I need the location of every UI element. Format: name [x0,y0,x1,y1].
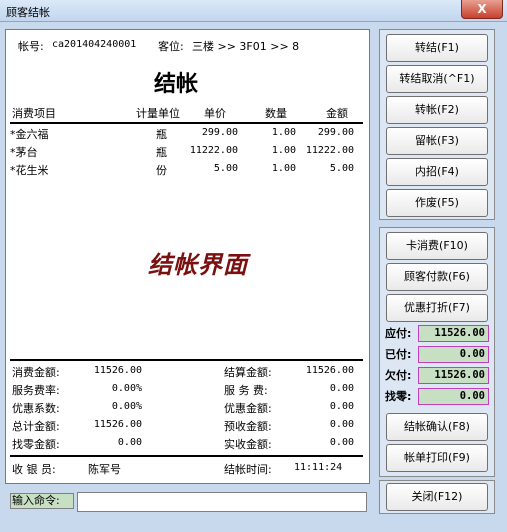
internal-treat-button[interactable]: 内招(F4) [386,158,488,186]
action-panel-top: 转结(F1) 转结取消(^F1) 转帐(F2) 留帐(F3) 内招(F4) 作废… [379,29,495,220]
item-qty: 1.00 [271,163,296,174]
cancel-transfer-button[interactable]: 转结取消(^F1) [386,65,488,93]
column-header-qty: 数量 [265,107,287,120]
item-name: *茅台 [10,146,38,159]
change-label: 找零: [385,390,412,403]
summary-label: 总计金额: [12,420,60,433]
item-price: 299.00 [201,127,238,138]
receipt-panel: 帐号: ca201404240001 客位: 三楼 >> 3F01 >> 8 结… [5,29,370,484]
item-qty: 1.00 [271,145,296,156]
title-bar: 顾客结帐 X [0,0,507,22]
seat-value: 三楼 >> 3F01 >> 8 [192,40,300,53]
change-value: 0.00 [418,388,489,405]
summary-value: 11526.00 [305,365,354,376]
summary-label: 消费金额: [12,366,60,379]
item-amount: 11222.00 [305,145,354,156]
item-name: *花生米 [10,164,49,177]
discount-button[interactable]: 优惠打折(F7) [386,294,488,322]
amount-due-label: 应付: [385,327,412,340]
close-icon[interactable]: X [461,0,503,19]
item-amount: 299.00 [317,127,354,138]
summary-value: 11526.00 [93,419,142,430]
command-input[interactable] [77,492,367,512]
column-header-unit: 计量单位 [136,107,180,120]
account-label: 帐号: [18,40,44,53]
hold-account-button[interactable]: 留帐(F3) [386,127,488,155]
summary-value: 0.00 [329,437,354,448]
amount-due-value: 11526.00 [418,325,489,342]
column-header-price: 单价 [204,107,226,120]
transfer-button[interactable]: 转结(F1) [386,34,488,62]
account-number: ca201404240001 [52,39,137,50]
amount-paid-label: 已付: [385,348,412,361]
item-name: *金六福 [10,128,49,141]
confirm-checkout-button[interactable]: 结帐确认(F8) [386,413,488,441]
amount-owed-value: 11526.00 [418,367,489,384]
checkout-time-label: 结帐时间: [224,463,272,476]
summary-label: 优惠金额: [224,402,272,415]
item-unit: 瓶 [156,128,167,141]
summary-label: 结算金额: [224,366,272,379]
item-qty: 1.00 [271,127,296,138]
transfer-account-button[interactable]: 转帐(F2) [386,96,488,124]
amount-owed-label: 欠付: [385,369,412,382]
column-header-amount: 金额 [326,107,348,120]
item-unit: 瓶 [156,146,167,159]
summary-value: 0.00% [111,383,142,394]
summary-value: 0.00 [329,401,354,412]
summary-value: 0.00 [329,419,354,430]
item-price: 5.00 [213,163,238,174]
seat-label: 客位: [158,40,184,53]
header-divider [10,122,363,124]
summary-label: 预收金额: [224,420,272,433]
cashier-label: 收 银 员: [12,463,56,476]
summary-label: 服务费率: [12,384,60,397]
amount-paid-value: 0.00 [418,346,489,363]
receipt-title: 结帐 [154,72,199,97]
summary-value: 11526.00 [93,365,142,376]
item-price: 11222.00 [189,145,238,156]
window-title: 顾客结帐 [6,6,50,19]
cashier-name: 陈军号 [88,463,121,476]
summary-label: 服 务 费: [224,384,268,397]
void-button[interactable]: 作废(F5) [386,189,488,217]
summary-value: 0.00% [111,401,142,412]
summary-value: 0.00 [329,383,354,394]
command-label: 输入命令: [10,493,74,509]
card-payment-button[interactable]: 卡消费(F10) [386,232,488,260]
print-bill-button[interactable]: 帐单打印(F9) [386,444,488,472]
summary-label: 优惠系数: [12,402,60,415]
item-amount: 5.00 [329,163,354,174]
close-panel: 关闭(F12) [379,480,495,514]
customer-payment-button[interactable]: 顾客付款(F6) [386,263,488,291]
checkout-time: 11:11:24 [294,462,343,473]
summary-label: 实收金额: [224,438,272,451]
close-button[interactable]: 关闭(F12) [386,483,488,511]
footer-divider [10,455,363,457]
item-unit: 份 [156,164,167,177]
summary-divider [10,359,363,361]
summary-label: 找零金额: [12,438,60,451]
summary-value: 0.00 [117,437,142,448]
column-header-item: 消费项目 [12,107,56,120]
watermark-text: 结帐界面 [148,251,248,279]
